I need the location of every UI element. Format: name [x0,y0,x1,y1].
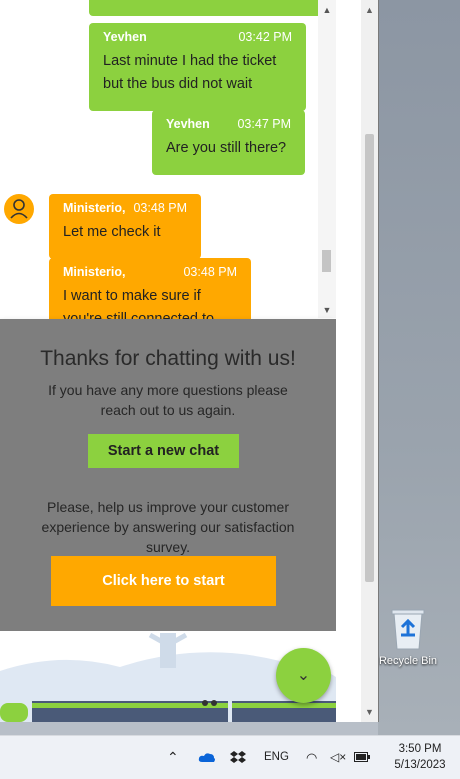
dropbox-icon[interactable] [230,736,246,779]
message-bubble: Yevhen 03:47 PM Are you still there? [152,110,305,175]
scroll-up-icon[interactable]: ▲ [318,2,336,18]
page-scroll-down-icon[interactable]: ▼ [361,704,378,720]
chat-scrollbar[interactable]: ▲ ▼ [318,0,336,318]
start-new-chat-button[interactable]: Start a new chat [88,434,239,468]
message-bubble: Yevhen 03:42 PM Last minute I had the ti… [89,23,306,111]
chat-scroll-thumb[interactable] [322,250,331,272]
start-survey-button[interactable]: Click here to start [51,556,276,606]
chevron-down-icon: ⌄ [296,667,311,684]
message-text: Are you still there? [166,140,287,156]
message-text: Let me check it [63,224,161,240]
message-text: Last minute I had the ticket but the bus… [103,53,277,92]
recycle-bin-label: Recycle Bin [378,655,438,667]
taskbar: ⌃ ENG ◠ ◁× 3:50 PM 5/13/2023 [0,735,460,779]
page-scroll-up-icon[interactable]: ▲ [361,2,378,18]
agent-avatar [4,194,34,224]
clock-date: 5/13/2023 [394,759,446,771]
recycle-bin-icon [391,609,425,650]
survey-text: Please, help us improve your customer ex… [41,499,295,555]
message-sender: Ministerio, [63,265,126,279]
recycle-bin-shortcut[interactable]: Recycle Bin [368,605,448,667]
message-time: 03:47 PM [237,117,291,131]
scroll-down-icon[interactable]: ▼ [318,302,336,318]
message-sender: Yevhen [103,30,147,44]
page-scroll-thumb[interactable] [365,134,374,582]
message-time: 03:42 PM [238,30,292,44]
dialog-title: Thanks for chatting with us! [40,347,296,370]
wifi-icon[interactable]: ◠ [306,736,317,779]
message-sender: Ministerio, [63,201,126,215]
dialog-subtitle: If you have any more questions please re… [48,382,288,418]
message-sender: Yevhen [166,117,210,131]
message-time: 03:48 PM [133,201,187,215]
chat-widget: confirmed Yevhen 03:42 PM Last minute I … [0,0,336,722]
page-scrollbar[interactable]: ▲ ▼ [361,0,378,722]
message-bubble: Ministerio, 03:48 PM Let me check it [49,194,201,259]
system-clock[interactable]: 3:50 PM 5/13/2023 [388,741,452,773]
battery-icon[interactable] [354,736,370,779]
message-text: confirmed [103,0,319,3]
message-time: 03:48 PM [183,265,237,279]
message-bubble: confirmed [89,0,333,16]
scroll-to-bottom-button[interactable]: ⌄ [276,648,331,703]
language-indicator[interactable]: ENG [264,736,289,779]
onedrive-icon[interactable] [198,736,216,779]
clock-time: 3:50 PM [398,743,442,755]
browser-window: confirmed Yevhen 03:42 PM Last minute I … [0,0,379,722]
agent-person-icon [10,199,28,219]
volume-muted-icon[interactable]: ◁× [330,736,346,779]
show-hidden-icons-icon[interactable]: ⌃ [167,736,179,779]
chat-ended-dialog: Thanks for chatting with us! If you have… [0,319,336,631]
